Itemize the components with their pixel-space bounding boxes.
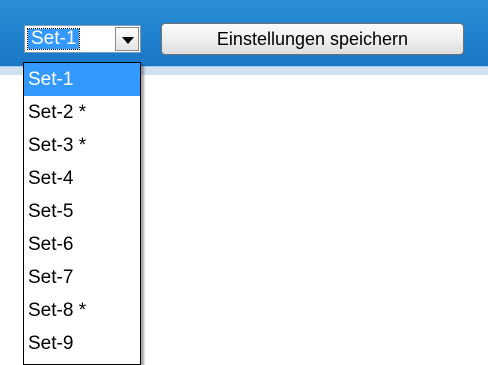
dropdown-option[interactable]: Set-9 [24,327,140,360]
set-select[interactable]: Set-1 [24,25,141,53]
dropdown-option[interactable]: Set-4 [24,162,140,195]
dropdown-option[interactable]: Set-6 [24,228,140,261]
dropdown-option[interactable]: Set-1 [24,63,140,96]
set-select-value: Set-1 [26,28,81,50]
dropdown-option[interactable]: Set-5 [24,195,140,228]
set-dropdown-list: Set-1 Set-2 * Set-3 * Set-4 Set-5 Set-6 … [23,62,141,365]
save-settings-button[interactable]: Einstellungen speichern [161,23,464,55]
chevron-down-icon[interactable] [115,27,139,51]
dropdown-option[interactable]: Set-2 * [24,96,140,129]
dropdown-option[interactable]: Set-7 [24,261,140,294]
dropdown-option[interactable]: Set-3 * [24,129,140,162]
dropdown-option[interactable]: Set-8 * [24,294,140,327]
